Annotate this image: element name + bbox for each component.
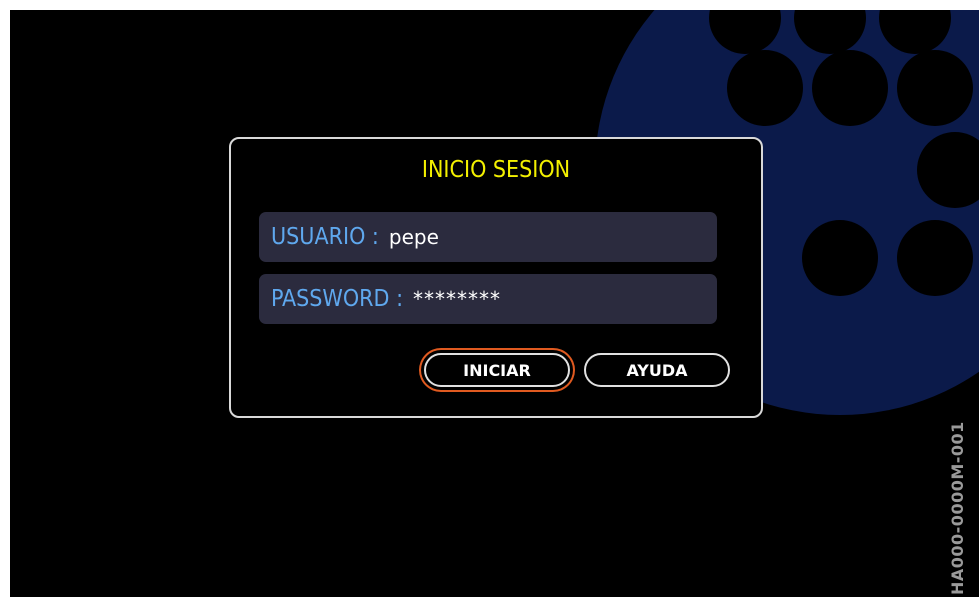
login-dialog: INICIO SESION USUARIO : pepe PASSWORD : … xyxy=(229,137,763,418)
help-button[interactable]: AYUDA xyxy=(584,353,730,387)
document-code-watermark: HA000-0000M-001 xyxy=(948,421,967,595)
username-label: USUARIO : xyxy=(271,224,379,250)
login-screen: INICIO SESION USUARIO : pepe PASSWORD : … xyxy=(10,10,979,597)
username-value[interactable]: pepe xyxy=(389,225,439,249)
dialog-title: INICIO SESION xyxy=(421,157,571,183)
password-field[interactable]: PASSWORD : ******** xyxy=(259,274,717,324)
username-field[interactable]: USUARIO : pepe xyxy=(259,212,717,262)
password-label: PASSWORD : xyxy=(271,286,404,312)
password-value[interactable]: ******** xyxy=(413,287,501,311)
login-button[interactable]: INICIAR xyxy=(424,353,570,387)
